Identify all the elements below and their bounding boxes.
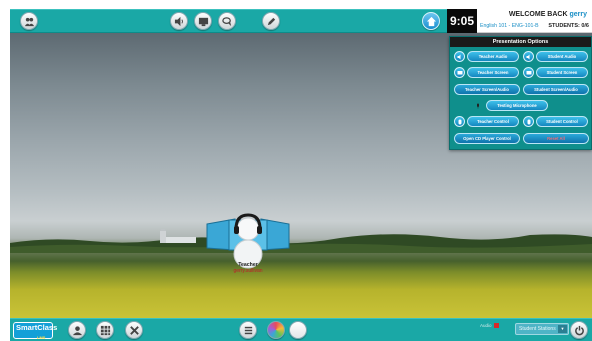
student-stations-select[interactable]: Student Stations ▼ [515, 323, 569, 335]
teacher-audio-button[interactable]: Teacher Audio [467, 51, 519, 62]
open-cd-player-button[interactable]: Open CD Player Control [454, 133, 520, 144]
student-control-toggle[interactable] [523, 116, 534, 127]
home-button[interactable] [422, 12, 440, 30]
pen-icon [267, 17, 275, 25]
students-count: STUDENTS: 0/6 [548, 23, 589, 29]
student-audio-toggle[interactable] [523, 51, 534, 62]
course-label: English 101 - ENG-101-B [480, 23, 539, 29]
group-button[interactable] [20, 12, 38, 30]
treeline-graphic [10, 229, 592, 253]
student-control-button[interactable]: Student Control [536, 116, 588, 127]
welcome-line: WELCOME BACK gerry [509, 11, 587, 18]
grid-button[interactable] [96, 321, 114, 339]
welcome-username: gerry [569, 11, 587, 18]
user-button[interactable] [68, 321, 86, 339]
smartclass-logo: SmartClass LMS [13, 322, 57, 340]
screen-button[interactable] [194, 12, 212, 30]
audio-label: Audio [480, 323, 492, 328]
speaker-icon [174, 16, 183, 26]
monitor-icon [526, 70, 531, 74]
mouse-icon [458, 119, 461, 124]
eraser-button[interactable] [289, 321, 307, 339]
teacher-control-toggle[interactable] [454, 116, 465, 127]
logo-text: SmartClass [16, 323, 58, 332]
chat-icon [221, 16, 231, 26]
chat-button[interactable] [218, 12, 236, 30]
teacher-screen-button[interactable]: Teacher Screen [467, 67, 519, 78]
audio-button[interactable] [170, 12, 188, 30]
user-icon [72, 325, 82, 335]
monitor-icon [457, 70, 462, 74]
monitor-icon [198, 17, 208, 26]
welcome-panel: WELCOME BACK gerry English 101 - ENG-101… [477, 9, 592, 33]
home-icon [426, 16, 436, 26]
group-icon [24, 17, 34, 26]
panel-title: Presentation Options [450, 37, 591, 47]
audio-status: Audio [480, 323, 499, 329]
logo-tag: LMS [37, 335, 46, 340]
teacher-username: gerry.sullivan [233, 268, 263, 274]
power-icon [574, 325, 584, 335]
presentation-options-panel: Presentation Options Teacher Audio Stude… [449, 36, 592, 150]
pen-button[interactable] [262, 12, 280, 30]
power-button[interactable] [570, 321, 588, 339]
teacher-audio-toggle[interactable] [454, 51, 465, 62]
teacher-control-button[interactable]: Teacher Control [467, 116, 519, 127]
list-button[interactable] [239, 321, 257, 339]
student-screen-toggle[interactable] [523, 67, 534, 78]
teacher-screen-audio-button[interactable]: Teacher Screen/Audio [454, 84, 520, 95]
welcome-text: WELCOME BACK [508, 11, 568, 18]
tools-button[interactable] [125, 321, 143, 339]
grid-icon [100, 325, 110, 335]
smartclass-window: 9:05 WELCOME BACK gerry English 101 - EN… [0, 0, 592, 341]
color-picker-button[interactable] [267, 321, 285, 339]
student-screen-audio-button[interactable]: Student Screen/Audio [523, 84, 589, 95]
chevron-down-icon: ▼ [558, 325, 567, 333]
audio-indicator [493, 323, 499, 329]
mouse-icon [527, 119, 530, 124]
student-screen-button[interactable]: Student Screen [536, 67, 588, 78]
list-icon [244, 326, 252, 334]
clock: 9:05 [447, 9, 477, 33]
student-stations-label: Student Stations [519, 326, 556, 332]
speaker-icon [526, 54, 529, 59]
teacher-screen-toggle[interactable] [454, 67, 465, 78]
reset-all-button[interactable]: Reset All [523, 133, 589, 144]
bottom-toolbar: SmartClass LMS Audio Student Stations ▼ [10, 318, 592, 341]
testing-microphone-button[interactable]: Testing Microphone [486, 100, 548, 111]
student-audio-button[interactable]: Student Audio [536, 51, 588, 62]
microphone-indicator [472, 100, 483, 111]
microphone-icon [476, 103, 479, 108]
top-toolbar [10, 9, 447, 33]
tools-icon [129, 325, 139, 335]
speaker-icon [457, 54, 460, 59]
